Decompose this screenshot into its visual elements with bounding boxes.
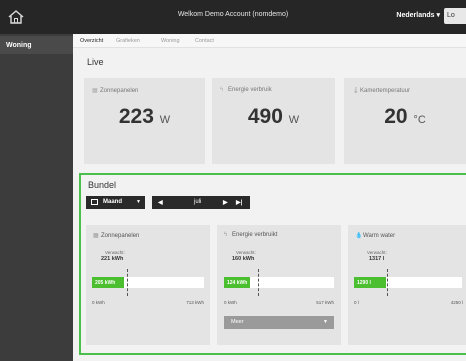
card-value: 223 bbox=[118, 105, 154, 128]
usage-bar-label: 205 kWh bbox=[95, 280, 116, 286]
expected-marker bbox=[258, 269, 260, 296]
solar-panel-icon: ▦ bbox=[93, 233, 99, 239]
usage-bar: 124 kWh bbox=[224, 269, 334, 296]
chevron-down-icon: ▼ bbox=[323, 319, 328, 325]
expected-marker bbox=[126, 269, 128, 296]
expected-value: 1317 l bbox=[369, 256, 385, 262]
month-navigator: ◀ juli ▶ ▶| bbox=[152, 196, 250, 209]
card-label: Energie verbruik bbox=[228, 87, 272, 93]
card-label: Warm water bbox=[363, 233, 396, 239]
usage-bar-label: 1290 l bbox=[357, 280, 371, 286]
tab-woning[interactable]: Woning bbox=[161, 38, 180, 44]
water-drop-icon: 💧 bbox=[355, 233, 363, 239]
prev-month-icon[interactable]: ◀ bbox=[158, 199, 163, 206]
range-min: 0 kWh bbox=[92, 300, 105, 305]
thermometer-icon: 🌡 bbox=[352, 88, 360, 94]
language-select[interactable]: Nederlands ▾ bbox=[396, 11, 440, 19]
chevron-down-icon: ▼ bbox=[136, 199, 141, 205]
login-button[interactable]: Lo bbox=[444, 8, 466, 24]
next-month-icon[interactable]: ▶ bbox=[223, 199, 228, 206]
calendar-icon bbox=[91, 199, 98, 205]
card-label: Zonnepanelen bbox=[100, 88, 139, 94]
bundel-card-warm-water: 💧Warm water Verwacht: 1317 l 1290 l 0 l … bbox=[348, 225, 466, 345]
card-value: 490 bbox=[247, 105, 283, 128]
tab-grafieken[interactable]: Grafieken bbox=[116, 38, 140, 44]
tab-contact[interactable]: Contact bbox=[195, 38, 214, 44]
range-max: 4250 l bbox=[450, 300, 463, 305]
bundel-heading: Bundel bbox=[88, 180, 117, 190]
bundel-card-zonnepanelen: ▦ Zonnepanelen Verwacht: 221 kWh 205 kWh … bbox=[86, 225, 210, 345]
card-unit: W bbox=[288, 114, 300, 126]
usage-bar: 205 kWh bbox=[92, 269, 204, 296]
usage-bar-label: 124 kWh bbox=[227, 280, 248, 286]
top-bar: Welkom Demo Account (nomdemo) Nederlands… bbox=[0, 0, 466, 34]
range-min: 0 kWh bbox=[224, 300, 237, 305]
live-heading: Live bbox=[87, 57, 104, 67]
more-dropdown[interactable]: Meer ▼ bbox=[224, 316, 334, 329]
sidebar: Woning bbox=[0, 34, 73, 361]
solar-panel-icon: ▦ bbox=[92, 88, 98, 94]
lightning-icon: ϟ bbox=[220, 87, 224, 93]
expected-value: 221 kWh bbox=[101, 256, 124, 262]
expected-marker bbox=[387, 269, 389, 296]
more-dropdown-label: Meer bbox=[231, 319, 244, 325]
period-select-label: Maand bbox=[103, 199, 123, 205]
main-content: Overzicht Grafieken Woning Contact Live … bbox=[73, 34, 466, 361]
sidebar-item-woning[interactable]: Woning bbox=[0, 36, 73, 54]
card-label: Kamertemperatuur bbox=[360, 88, 411, 94]
range-min: 0 l bbox=[354, 300, 359, 305]
card-unit: W bbox=[159, 114, 171, 126]
usage-bar: 1290 l bbox=[354, 269, 462, 296]
card-label: Energie verbruikt bbox=[232, 232, 278, 238]
range-max: 713 kWh bbox=[186, 300, 204, 305]
tab-bar: Overzicht Grafieken Woning Contact bbox=[73, 34, 466, 48]
month-label: juli bbox=[194, 199, 202, 205]
expected-label: Verwacht: bbox=[236, 250, 256, 255]
card-unit: °C bbox=[413, 114, 426, 126]
lightning-icon: ϟ bbox=[224, 232, 228, 238]
expected-label: Verwacht: bbox=[105, 250, 125, 255]
expected-value: 160 kWh bbox=[232, 256, 255, 262]
expected-label: Verwacht: bbox=[367, 250, 387, 255]
live-card-temperatuur: 🌡Kamertemperatuur 20 °C bbox=[344, 78, 466, 164]
range-max: 517 kWh bbox=[316, 300, 334, 305]
live-card-zonnepanelen: ▦ Zonnepanelen 223 W bbox=[84, 78, 205, 164]
tab-overzicht[interactable]: Overzicht bbox=[80, 38, 103, 44]
period-select[interactable]: Maand ▼ bbox=[86, 196, 145, 209]
card-label: Zonnepanelen bbox=[101, 233, 140, 239]
last-month-icon[interactable]: ▶| bbox=[236, 199, 242, 206]
bundel-card-energie: ϟ Energie verbruikt Verwacht: 160 kWh 124… bbox=[217, 225, 341, 345]
card-value: 20 bbox=[384, 105, 408, 128]
live-card-energie: ϟ Energie verbruik 490 W bbox=[212, 78, 335, 164]
bundel-panel: Bundel Maand ▼ ◀ juli ▶ ▶| ▦ Zonnepanelen… bbox=[79, 173, 466, 355]
